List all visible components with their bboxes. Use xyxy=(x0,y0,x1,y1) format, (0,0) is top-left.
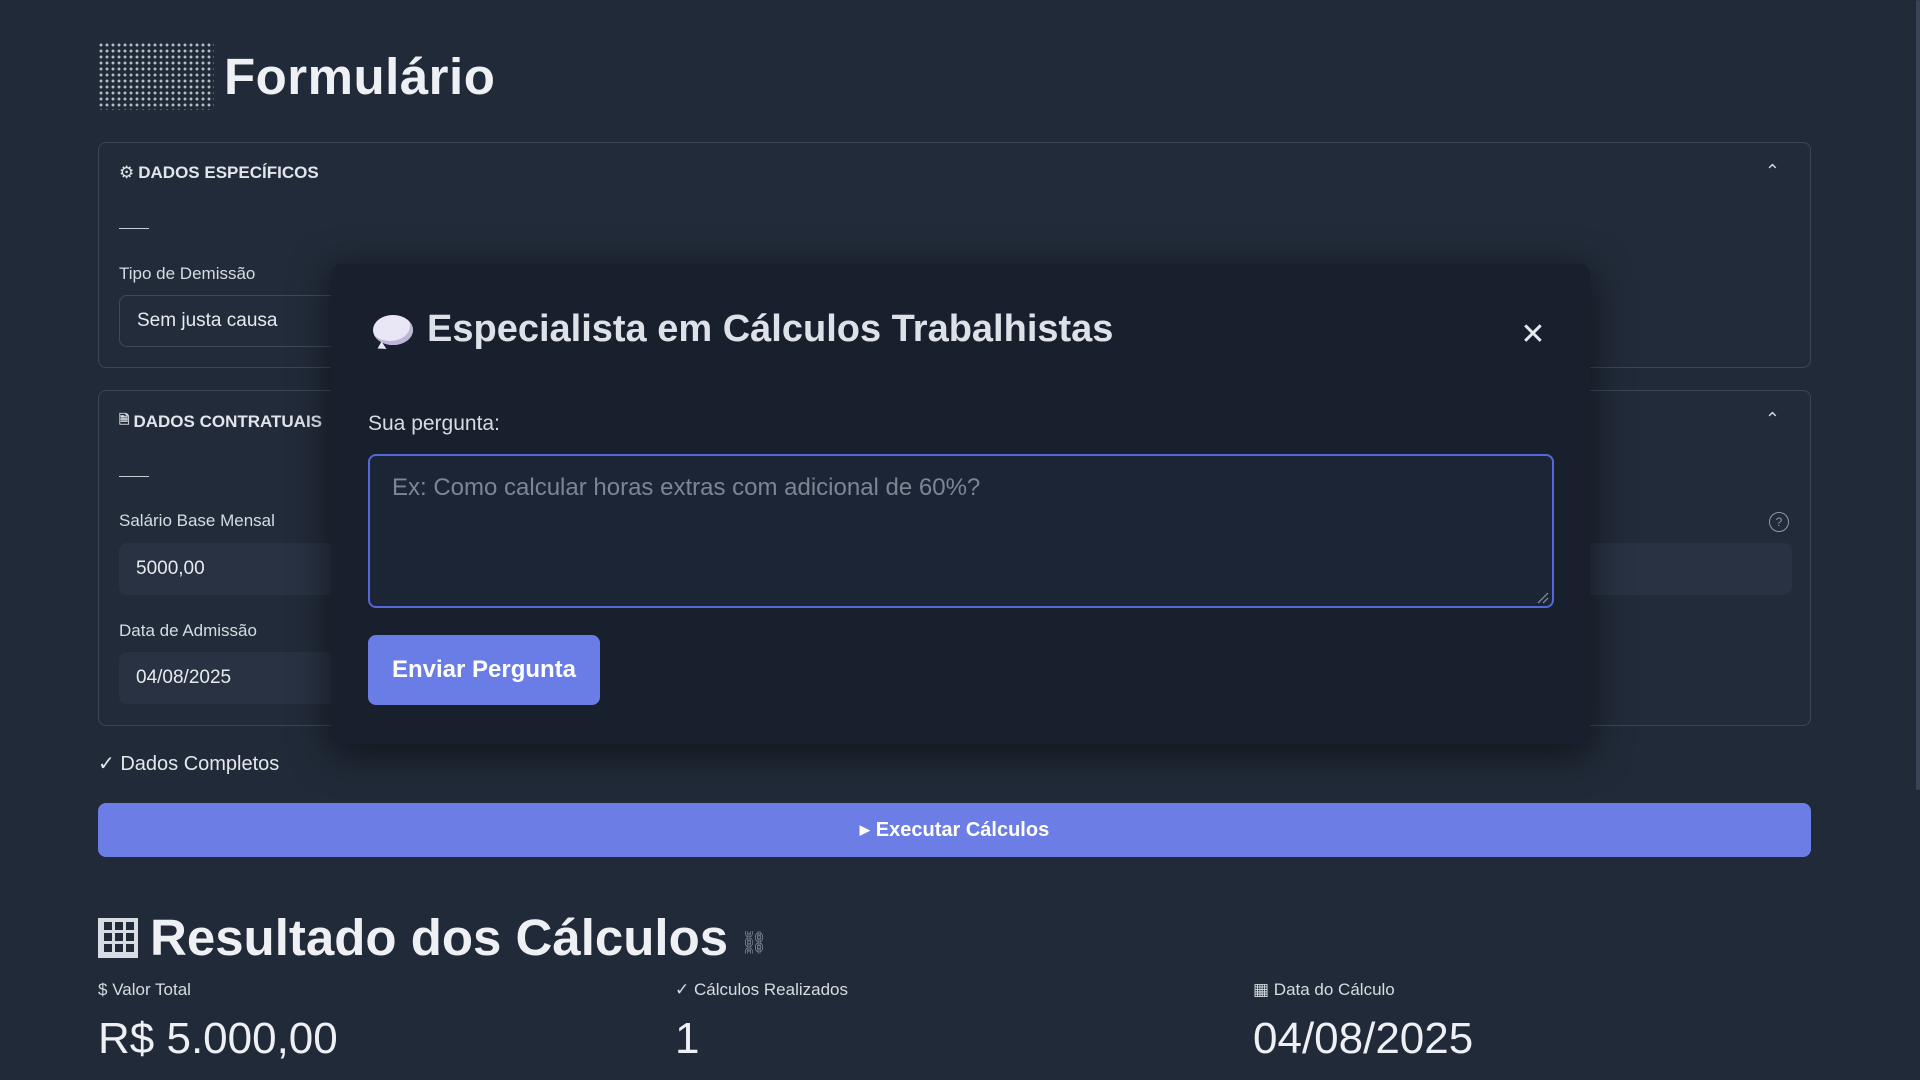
dialog-header: Especialista em Cálculos Trabalhistas xyxy=(373,308,1113,351)
resize-handle-icon[interactable] xyxy=(1535,590,1549,604)
question-textarea[interactable] xyxy=(368,454,1554,608)
send-question-button[interactable]: Enviar Pergunta xyxy=(368,635,600,705)
question-label: Sua pergunta: xyxy=(368,412,500,435)
speech-bubble-icon xyxy=(373,314,413,345)
expert-dialog: Especialista em Cálculos Trabalhistas ✕ … xyxy=(331,264,1590,744)
close-icon[interactable]: ✕ xyxy=(1518,320,1548,350)
dialog-title: Especialista em Cálculos Trabalhistas xyxy=(427,308,1114,350)
